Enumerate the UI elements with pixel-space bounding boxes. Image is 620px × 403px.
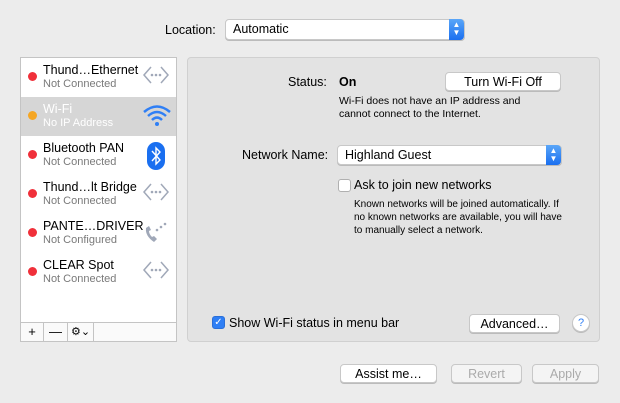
- ask-join-description: Known networks will be joined automatica…: [354, 198, 562, 237]
- ask-join-label: Ask to join new networks: [354, 178, 492, 192]
- service-status: Not Connected: [43, 156, 117, 168]
- ethernet-icon: [142, 64, 170, 90]
- service-name: Wi-Fi: [43, 102, 73, 116]
- status-dot: [28, 189, 37, 198]
- ask-desc-line: Known networks will be joined automatica…: [354, 199, 559, 210]
- network-name-value: Highland Guest: [345, 148, 432, 162]
- ask-join-checkbox[interactable]: [338, 179, 351, 192]
- service-name: PANTE…DRIVER: [43, 219, 144, 233]
- service-status: Not Connected: [43, 273, 117, 285]
- service-status: Not Configured: [43, 234, 117, 246]
- service-name: Bluetooth PAN: [43, 141, 125, 155]
- service-name: CLEAR Spot: [43, 258, 114, 272]
- status-desc-line: cannot connect to the Internet.: [339, 108, 481, 120]
- service-status: Not Connected: [43, 195, 117, 207]
- ask-desc-line: no known networks are available, you wil…: [354, 212, 562, 223]
- status-dot: [28, 228, 37, 237]
- service-row[interactable]: Thund…Ethernet Not Connected: [21, 58, 176, 97]
- apply-button[interactable]: Apply: [532, 364, 599, 383]
- bluetooth-icon: [142, 142, 170, 170]
- service-list: + — ⚙⌄ Thund…Ethernet Not Connected Wi-F…: [20, 57, 177, 342]
- help-button[interactable]: ?: [572, 314, 590, 332]
- assist-me-button[interactable]: Assist me…: [340, 364, 437, 383]
- service-row[interactable]: Wi-Fi No IP Address: [21, 97, 176, 136]
- advanced-button[interactable]: Advanced…: [469, 314, 560, 333]
- ask-desc-line: to manually select a network.: [354, 225, 483, 236]
- service-status: No IP Address: [43, 117, 114, 129]
- service-row[interactable]: PANTE…DRIVER Not Configured: [21, 214, 176, 253]
- service-row[interactable]: Bluetooth PAN Not Connected: [21, 136, 176, 175]
- status-dot: [28, 111, 37, 120]
- service-row[interactable]: CLEAR Spot Not Connected: [21, 253, 176, 292]
- status-description: Wi-Fi does not have an IP address and ca…: [339, 95, 520, 121]
- service-row[interactable]: Thund…lt Bridge Not Connected: [21, 175, 176, 214]
- ethernet-icon: [142, 259, 170, 285]
- service-name: Thund…lt Bridge: [43, 180, 137, 194]
- stepper-icon: ▲ ▼: [449, 19, 464, 40]
- network-name-label: Network Name:: [242, 148, 329, 162]
- service-status: Not Connected: [43, 78, 117, 90]
- add-service-button[interactable]: +: [21, 323, 44, 341]
- remove-service-button[interactable]: —: [44, 323, 68, 341]
- revert-button[interactable]: Revert: [451, 364, 522, 383]
- phone-icon: [142, 220, 170, 246]
- network-name-select[interactable]: Highland Guest ▲ ▼: [337, 145, 562, 165]
- show-wifi-status-checkbox[interactable]: ✓: [212, 316, 225, 329]
- location-value: Automatic: [233, 22, 289, 36]
- status-label: Status:: [288, 75, 327, 89]
- location-label: Location:: [165, 23, 216, 37]
- status-dot: [28, 72, 37, 81]
- status-dot: [28, 150, 37, 159]
- show-wifi-status-label: Show Wi-Fi status in menu bar: [229, 316, 400, 330]
- gear-menu-button[interactable]: ⚙⌄: [68, 323, 94, 341]
- ethernet-icon: [142, 181, 170, 207]
- list-toolbar: + — ⚙⌄: [21, 322, 176, 341]
- status-value: On: [339, 75, 357, 89]
- turn-wifi-off-button[interactable]: Turn Wi-Fi Off: [445, 72, 561, 91]
- status-desc-line: Wi-Fi does not have an IP address and: [339, 95, 521, 107]
- status-dot: [28, 267, 37, 276]
- stepper-icon: ▲ ▼: [546, 145, 561, 165]
- service-name: Thund…Ethernet: [43, 63, 139, 77]
- wifi-icon: [142, 103, 171, 129]
- location-select[interactable]: Automatic ▲ ▼: [225, 19, 465, 40]
